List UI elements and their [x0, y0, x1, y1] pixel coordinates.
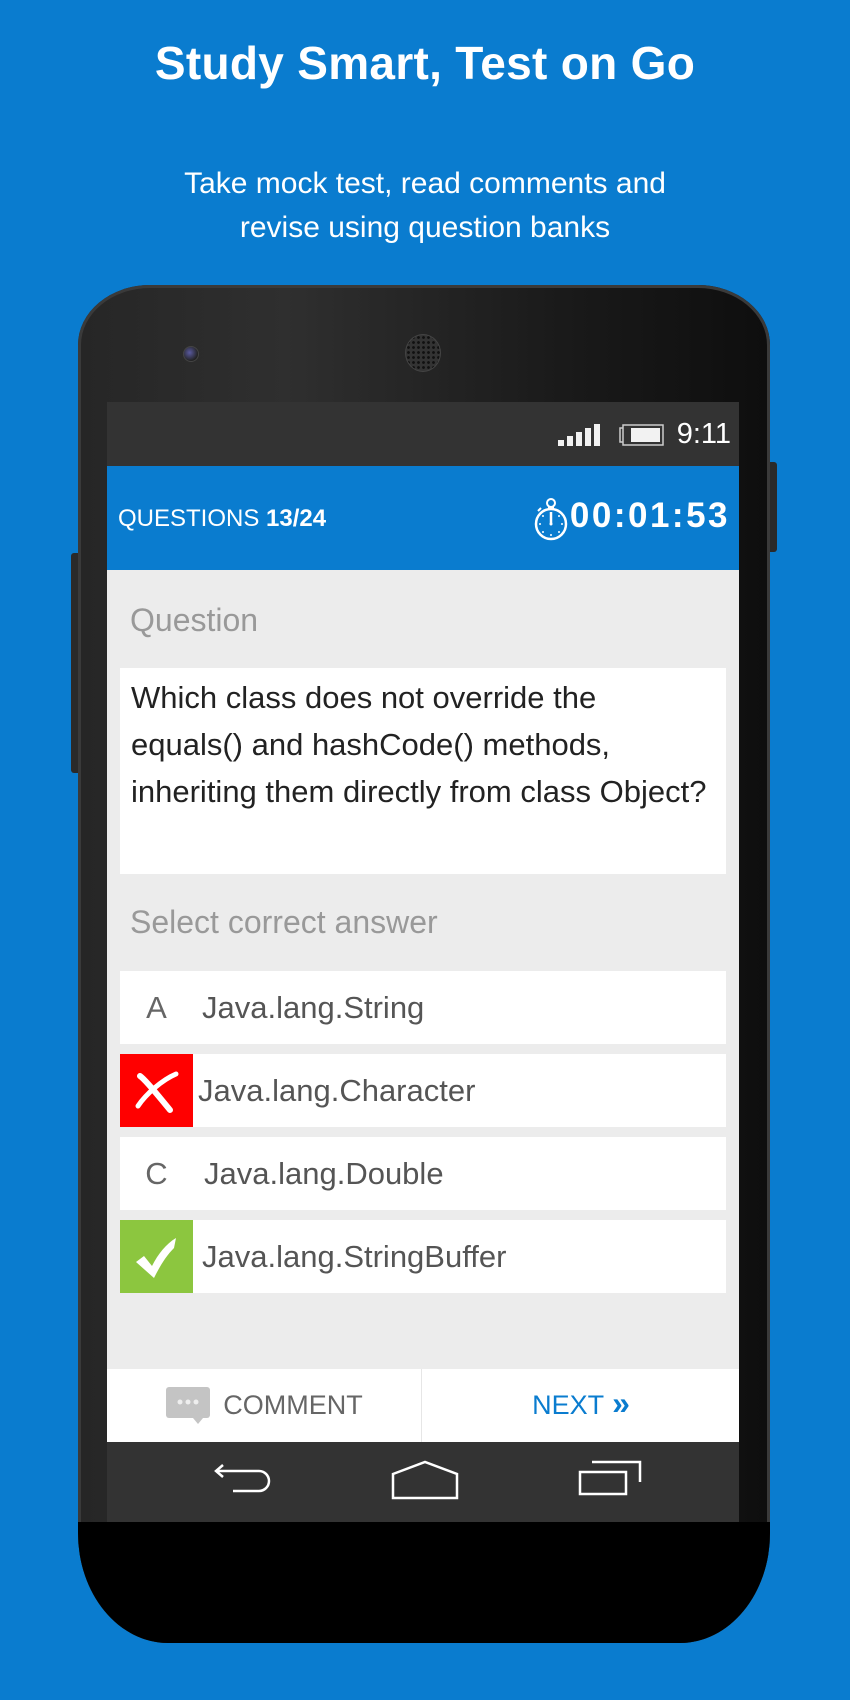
question-progress: 13/24	[266, 505, 327, 532]
next-button[interactable]: NEXT »	[423, 1369, 739, 1442]
option-text: Java.lang.Character	[198, 1073, 476, 1108]
promo-subline-line-1: Take mock test, read comments and	[184, 167, 666, 200]
power-button	[770, 462, 777, 552]
battery-icon	[619, 424, 664, 446]
check-icon	[120, 1220, 193, 1293]
answer-option-d-correct[interactable]: Java.lang.StringBuffer	[120, 1220, 726, 1293]
phone-screen: 9:11 QUESTIONS 13/24 00:01:53 Question W…	[107, 402, 739, 1522]
phone-bottom-bezel	[78, 1522, 770, 1643]
action-bar: COMMENT NEXT »	[107, 1369, 739, 1442]
recents-icon[interactable]	[578, 1460, 642, 1496]
comment-bubble-icon	[166, 1386, 211, 1424]
answer-section-label: Select correct answer	[130, 904, 438, 940]
volume-button	[71, 553, 78, 773]
option-text: Java.lang.Double	[204, 1156, 444, 1191]
status-bar: 9:11	[107, 402, 739, 466]
question-section-label: Question	[130, 602, 259, 638]
back-icon[interactable]	[211, 1460, 275, 1496]
quiz-timer: 00:01:53	[569, 496, 730, 535]
home-icon[interactable]	[391, 1460, 459, 1500]
question-counter: QUESTIONS 13/24	[118, 505, 326, 533]
option-text: Java.lang.StringBuffer	[202, 1239, 507, 1274]
question-text: Which class does not override the equals…	[120, 668, 726, 874]
promo-subline: Take mock test, read comments and revise…	[0, 162, 850, 250]
comment-label: COMMENT	[223, 1390, 363, 1420]
earpiece-speaker-icon	[405, 334, 441, 372]
answer-option-a[interactable]: A Java.lang.String	[120, 971, 726, 1044]
system-nav-bar	[107, 1442, 739, 1522]
answer-option-c[interactable]: C Java.lang.Double	[120, 1137, 726, 1210]
comment-button[interactable]: COMMENT	[107, 1369, 422, 1442]
questions-label: QUESTIONS	[118, 505, 260, 532]
stopwatch-icon	[534, 498, 568, 541]
option-letter: A	[146, 989, 167, 1025]
front-camera-icon	[183, 346, 199, 362]
status-clock: 9:11	[676, 418, 731, 450]
answer-option-b-wrong[interactable]: Java.lang.Character	[120, 1054, 726, 1127]
double-chevron-right-icon: »	[612, 1385, 630, 1421]
option-letter: C	[145, 1155, 168, 1191]
signal-bars-icon	[558, 424, 600, 446]
promo-subline-line-2: revise using question banks	[239, 211, 611, 244]
cross-icon	[120, 1054, 193, 1127]
promo-headline: Study Smart, Test on Go	[154, 37, 696, 89]
quiz-header: QUESTIONS 13/24 00:01:53	[107, 466, 739, 570]
next-label: NEXT	[532, 1390, 605, 1420]
option-text: Java.lang.String	[202, 990, 425, 1025]
